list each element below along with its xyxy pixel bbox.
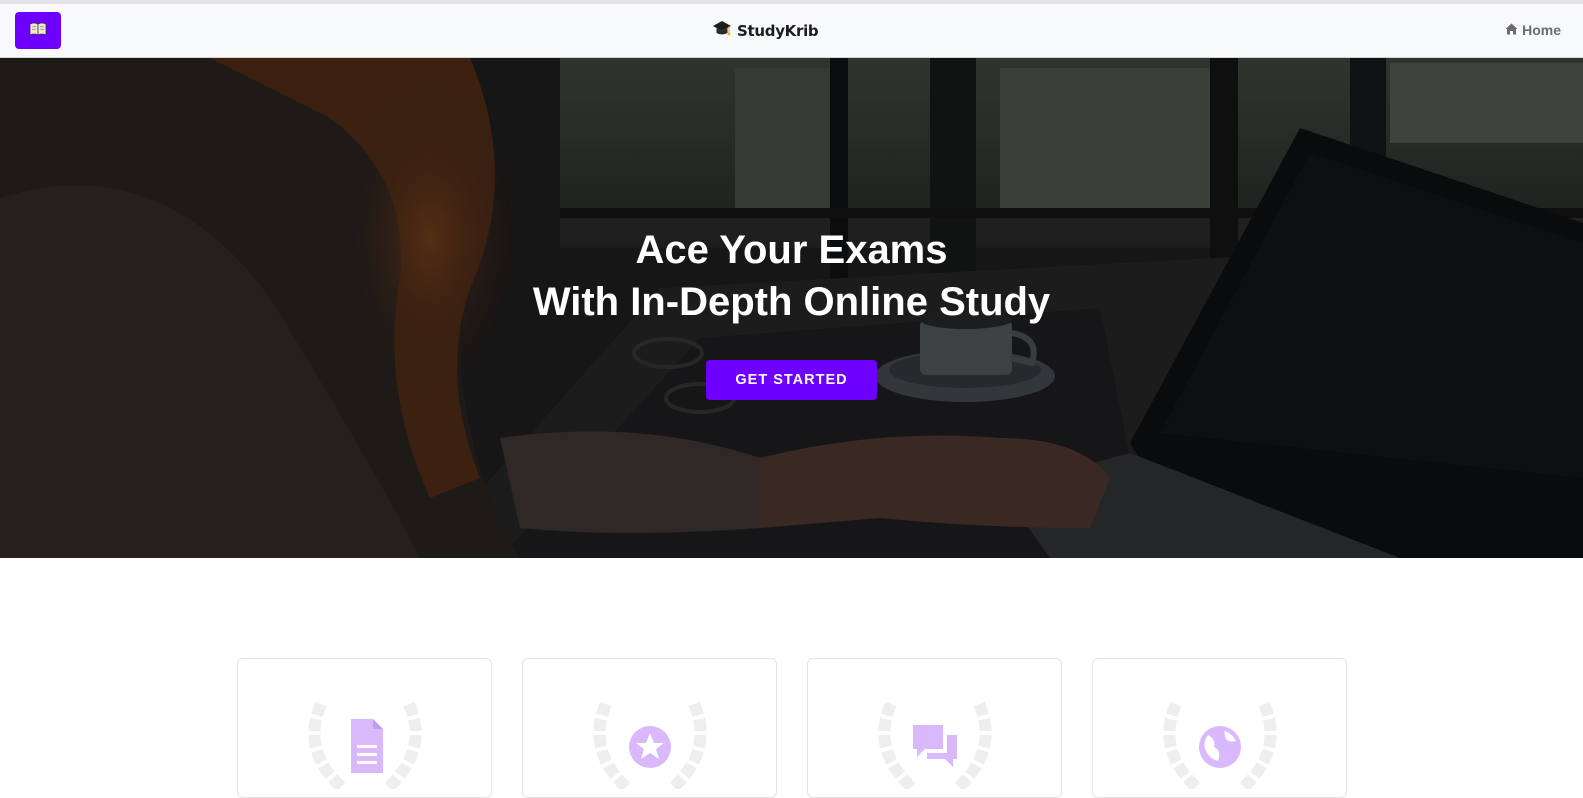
globe-icon bbox=[1156, 689, 1284, 792]
hero-content: Ace Your Exams With In-Depth Online Stud… bbox=[0, 58, 1583, 558]
feature-card-4[interactable] bbox=[1092, 658, 1347, 798]
hero-title-line2: With In-Depth Online Study bbox=[532, 280, 1051, 324]
brand-name: StudyKrib bbox=[737, 22, 819, 40]
hero-title-line1: Ace Your Exams bbox=[635, 228, 948, 272]
feature-card-1[interactable] bbox=[237, 658, 492, 798]
menu-toggle-button[interactable] bbox=[15, 12, 61, 49]
chat-bubbles-icon bbox=[871, 689, 999, 792]
feature-card-3[interactable] bbox=[807, 658, 1062, 798]
get-started-button[interactable]: GET STARTED bbox=[706, 360, 877, 400]
feature-card-2[interactable] bbox=[522, 658, 777, 798]
document-icon bbox=[301, 689, 429, 792]
feature-cards bbox=[237, 658, 1347, 798]
nav-home-label: Home bbox=[1522, 22, 1561, 38]
navbar: StudyKrib Home bbox=[0, 4, 1583, 58]
star-badge-icon bbox=[586, 689, 714, 792]
brand-logo-link[interactable]: StudyKrib bbox=[712, 18, 819, 44]
hero-title: Ace Your Exams With In-Depth Online Stud… bbox=[533, 224, 1050, 328]
nav-home-link[interactable]: Home bbox=[1505, 22, 1561, 38]
home-icon bbox=[1505, 22, 1518, 38]
open-book-icon bbox=[29, 22, 47, 39]
hero-section: Ace Your Exams With In-Depth Online Stud… bbox=[0, 58, 1583, 558]
graduation-cap-icon bbox=[712, 19, 732, 44]
